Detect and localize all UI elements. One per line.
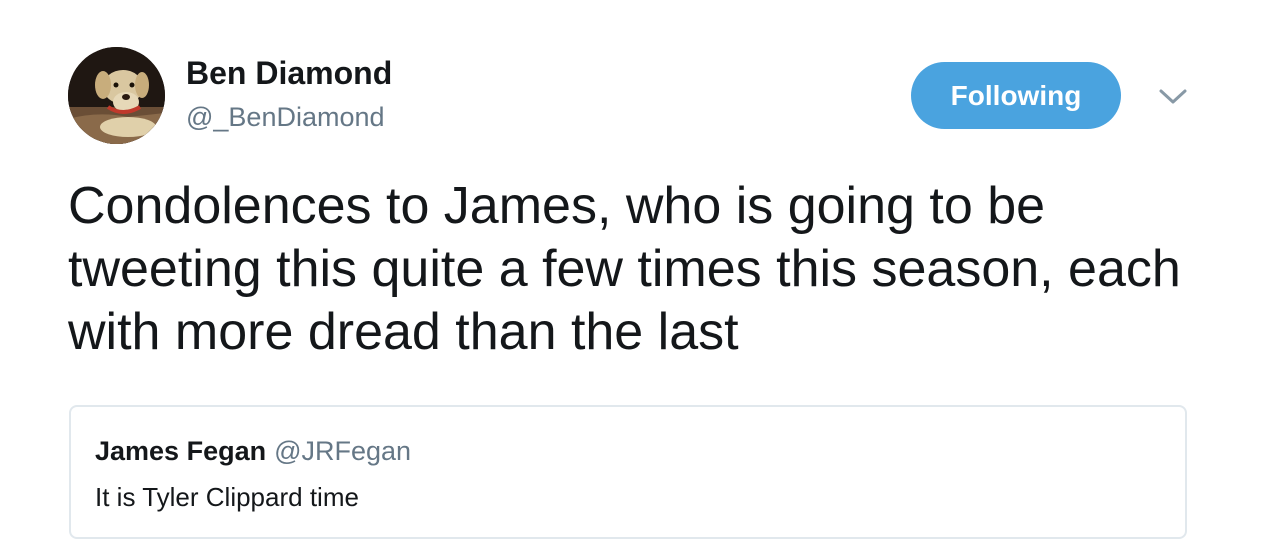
quoted-author-handle: @JRFegan [274, 436, 412, 466]
quoted-tweet-header: James Fegan @JRFegan [95, 435, 411, 467]
author-display-name[interactable]: Ben Diamond [186, 54, 392, 92]
quoted-tweet-text: It is Tyler Clippard time [95, 482, 359, 512]
avatar[interactable] [68, 47, 165, 144]
chevron-down-icon [1159, 89, 1187, 104]
more-options-button[interactable] [1157, 84, 1189, 108]
following-button[interactable]: Following [911, 62, 1121, 129]
quoted-tweet[interactable]: James Fegan @JRFegan It is Tyler Clippard… [69, 405, 1187, 539]
quoted-author-name: James Fegan [95, 436, 267, 466]
tweet-text: Condolences to James, who is going to be… [68, 177, 1181, 361]
dog-avatar-icon [68, 47, 165, 144]
author-handle[interactable]: @_BenDiamond [186, 101, 385, 133]
tweet-card: Ben Diamond @_BenDiamond Following Condo… [0, 0, 1264, 559]
